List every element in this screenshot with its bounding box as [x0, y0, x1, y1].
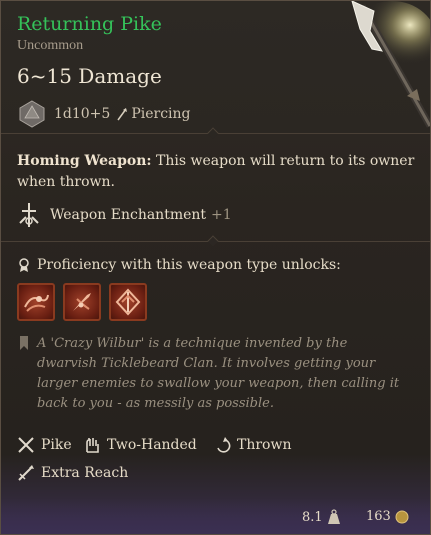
weight-value: 8.1: [302, 509, 323, 525]
weapon-action-1[interactable]: [17, 283, 55, 321]
thrown-icon: [217, 437, 231, 453]
item-damage: 6~15 Damage: [17, 64, 162, 88]
proficiency-row: Proficiency with this weapon type unlock…: [17, 257, 341, 273]
tooltip-header: Returning Pike Uncommon 6~15 Damage 1d10…: [1, 1, 430, 133]
property-two-handed: Two-Handed: [83, 436, 197, 454]
property-extra-reach: Extra Reach: [17, 464, 128, 482]
action-3-icon: [115, 288, 141, 316]
two-handed-icon: [86, 438, 99, 453]
property-two-handed-label: Two-Handed: [107, 437, 197, 453]
weapon-action-3[interactable]: [109, 283, 147, 321]
item-weight: 8.1: [302, 509, 341, 525]
property-pike: Pike: [17, 436, 72, 454]
ability-name: Homing Weapon:: [17, 153, 152, 169]
weapon-actions: [17, 283, 147, 321]
weapon-enchantment-row: Weapon Enchantment +1: [17, 201, 232, 229]
flavor-text: A 'Crazy Wilbur' is a technique invented…: [37, 336, 400, 411]
damage-dice: 1d10+5: [54, 106, 111, 122]
damage-type: Piercing: [116, 106, 191, 122]
property-thrown-label: Thrown: [237, 437, 292, 453]
enchantment-label: Weapon Enchantment: [50, 207, 207, 223]
proficiency-icon: [19, 258, 29, 272]
action-2-icon: [73, 293, 91, 311]
property-pike-label: Pike: [41, 437, 72, 453]
section-divider-notch: [207, 235, 219, 247]
d20-dice-icon: [19, 100, 45, 128]
item-tooltip: Returning Pike Uncommon 6~15 Damage 1d10…: [0, 0, 431, 535]
weight-icon: [327, 509, 340, 524]
action-1-icon: [24, 294, 49, 312]
piercing-icon: [117, 108, 128, 121]
pike-weapon-icon: [347, 1, 430, 128]
gold-value: 163: [366, 509, 391, 524]
damage-dice-row: 1d10+5 Piercing: [17, 99, 191, 129]
proficiency-label: Proficiency with this weapon type unlock…: [37, 257, 341, 273]
item-value: 163: [366, 509, 409, 524]
pike-icon: [18, 437, 34, 453]
homing-weapon-description: Homing Weapon: This weapon will return t…: [17, 151, 417, 193]
weapon-enchantment-icon: [19, 203, 39, 227]
lore-icon: [20, 336, 28, 350]
extra-reach-icon: [18, 465, 34, 481]
property-extra-reach-label: Extra Reach: [41, 465, 129, 481]
item-name: Returning Pike: [17, 13, 162, 35]
enchantment-value: +1: [211, 207, 232, 223]
item-rarity: Uncommon: [17, 38, 84, 53]
gold-coin-icon: [395, 510, 409, 523]
property-thrown: Thrown: [213, 436, 291, 454]
damage-type-label: Piercing: [131, 106, 191, 122]
weapon-action-2[interactable]: [63, 283, 101, 321]
